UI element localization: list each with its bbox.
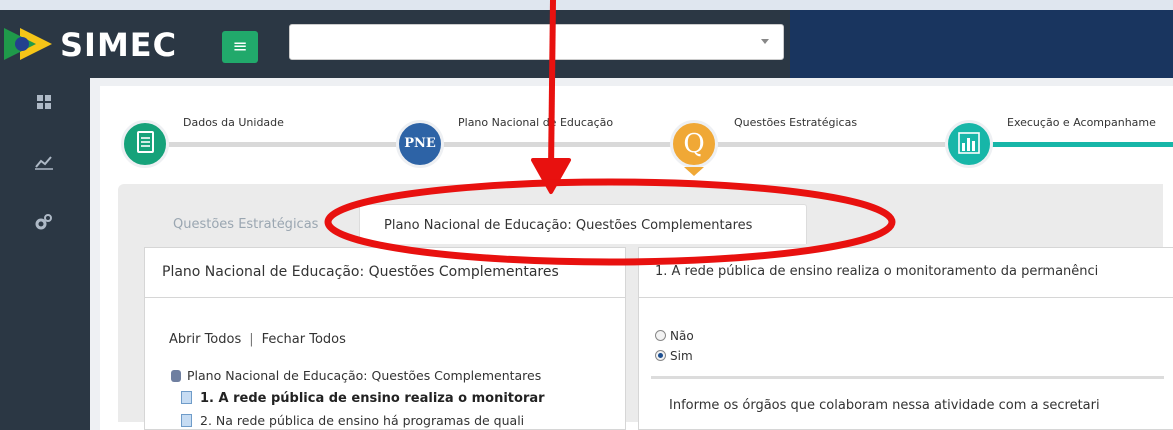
brazil-flag-logo-icon	[4, 28, 52, 60]
tab-questoes-complementares[interactable]: Plano Nacional de Educação: Questões Com…	[359, 204, 807, 244]
step-2-pne-icon[interactable]: PNE	[396, 120, 444, 168]
step-2-label[interactable]: Plano Nacional de Educação	[458, 116, 617, 129]
hamburger-icon: ≡	[232, 36, 248, 57]
chevron-down-icon	[761, 39, 769, 44]
step-3-label[interactable]: Questões Estratégicas	[734, 116, 861, 129]
question-title: 1. A rede pública de ensino realiza o mo…	[639, 248, 1173, 298]
tree-root-label: Plano Nacional de Educação: Questões Com…	[187, 368, 542, 383]
logo[interactable]: SIMEC	[0, 24, 200, 64]
step-connector-active	[980, 142, 1173, 147]
search-select[interactable]	[289, 24, 784, 60]
tree-item[interactable]: 2. Na rede pública de ensino há programa…	[181, 413, 524, 428]
tree-header: Plano Nacional de Educação: Questões Com…	[145, 248, 625, 298]
radio-button-selected[interactable]	[655, 350, 666, 361]
step-2-badge: PNE	[404, 136, 436, 151]
sidebar	[0, 78, 90, 430]
step-connector	[704, 142, 964, 147]
step-4-bar-chart-icon[interactable]	[945, 120, 993, 168]
radio-nao-label: Não	[670, 329, 694, 343]
chart-icon[interactable]	[32, 154, 56, 178]
tree-item-label: 1. A rede pública de ensino realiza o mo…	[200, 391, 545, 406]
document-icon	[181, 391, 192, 404]
dashboard-icon[interactable]	[32, 94, 56, 118]
radio-button[interactable]	[655, 330, 666, 341]
radio-nao[interactable]: Não	[655, 329, 694, 343]
database-icon	[171, 370, 181, 382]
tree-actions: Abrir Todos | Fechar Todos	[169, 332, 346, 347]
gears-icon[interactable]	[32, 214, 56, 238]
radio-sim[interactable]: Sim	[655, 349, 693, 363]
menu-toggle-button[interactable]: ≡	[222, 31, 258, 63]
subquestion: Informe os órgãos que colaboram nessa at…	[651, 376, 1164, 430]
separator: |	[249, 332, 254, 347]
step-3-badge: Q	[683, 129, 705, 159]
top-bar-left: SIMEC ≡	[0, 10, 790, 78]
open-all-link[interactable]: Abrir Todos	[169, 332, 241, 347]
tree-item-label: 2. Na rede pública de ensino há programa…	[200, 413, 525, 428]
tree-root[interactable]: Plano Nacional de Educação: Questões Com…	[171, 368, 541, 383]
document-icon	[181, 414, 192, 427]
tab-active-label: Plano Nacional de Educação: Questões Com…	[384, 218, 753, 233]
step-3-pointer	[684, 167, 704, 176]
top-bar: SIMEC ≡	[0, 10, 1173, 78]
step-3-question-icon[interactable]: Q	[670, 120, 718, 168]
step-1-document-icon[interactable]	[121, 120, 169, 168]
tree-item[interactable]: 1. A rede pública de ensino realiza o mo…	[181, 391, 545, 406]
radio-sim-label: Sim	[670, 349, 693, 363]
tab-questoes-estrategicas[interactable]: Questões Estratégicas	[173, 217, 318, 232]
question-panel: 1. A rede pública de ensino realiza o mo…	[638, 247, 1173, 430]
close-all-link[interactable]: Fechar Todos	[262, 332, 346, 347]
step-1-label[interactable]: Dados da Unidade	[183, 116, 287, 129]
app-name: SIMEC	[60, 26, 178, 64]
step-4-label[interactable]: Execução e Acompanhame	[1007, 116, 1159, 129]
tree-panel: Plano Nacional de Educação: Questões Com…	[144, 247, 626, 430]
